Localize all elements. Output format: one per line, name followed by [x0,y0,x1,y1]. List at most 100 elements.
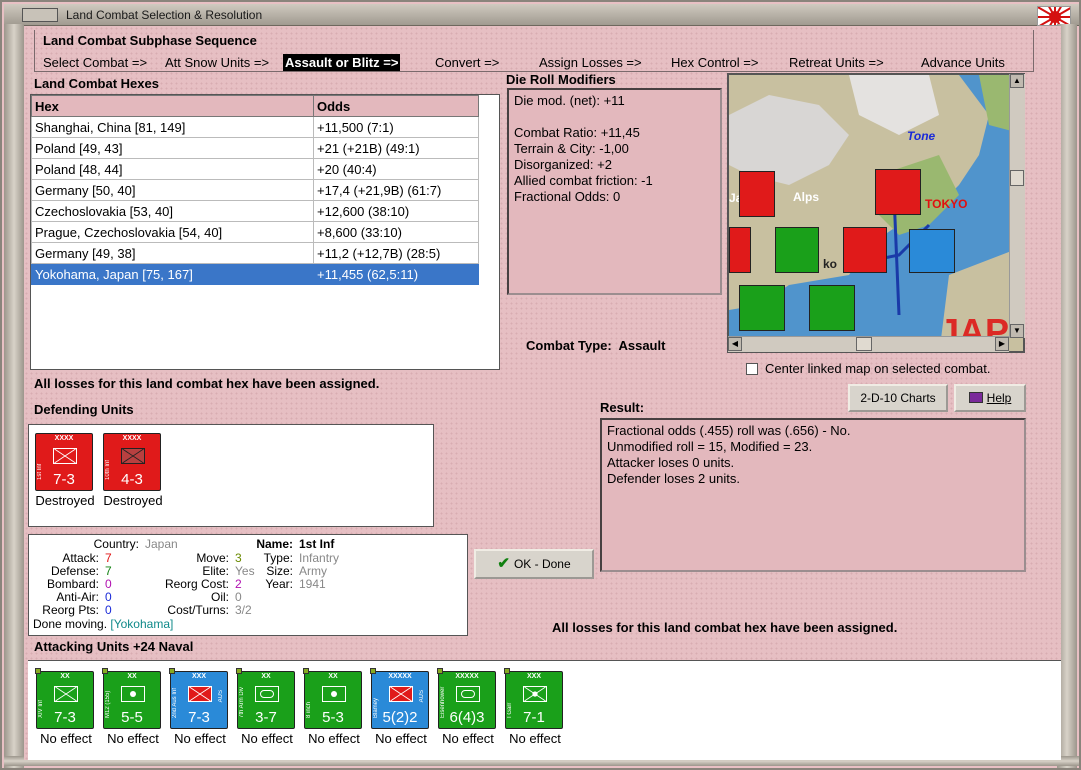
attacking-units: XX XIV Inf 7-3 No effect XX M12 (155) 5-… [28,660,1061,760]
odds-cell: +11,455 (62,5:11) [313,263,479,285]
table-row-selected[interactable]: Yokohama, Japan [75, 167] +11,455 (62,5:1… [31,263,479,285]
scroll-left-icon[interactable]: ◀ [728,337,742,351]
disorganized: Disorganized: +2 [514,157,612,172]
unit-strength: 7-3 [54,709,76,726]
armor-icon [255,686,279,702]
help-label: Help [986,391,1012,405]
unit-status: Destroyed [103,493,163,508]
unit-counter: XXXXX Eisenhower 6(4)3 [437,668,496,729]
map-counter[interactable] [729,227,751,273]
checkmark-icon: ✔ [497,555,510,572]
horizontal-scroll-thumb[interactable] [856,337,872,351]
system-menu-button[interactable] [22,8,58,22]
map-counter[interactable] [775,227,819,273]
unit-strength: 6(4)3 [449,709,485,726]
map-counter[interactable] [875,169,921,215]
linked-map[interactable]: Tone Alps TOKYO JAP Ja Jo ko [727,73,1025,353]
column-hex[interactable]: Hex [31,95,314,117]
unit-strength: 4-3 [121,471,143,488]
attacking-unit[interactable]: XXX I Garr 7-1 No effect [504,668,565,746]
scroll-right-icon[interactable]: ▶ [995,337,1009,351]
map-counter[interactable] [739,285,785,331]
unit-counter: XXX I Garr 7-1 [504,668,563,729]
step-advance-units: Advance Units [921,55,1005,70]
attacking-unit[interactable]: XXX 2nd Aus Inf AUS 7-3 No effect [169,668,230,746]
unit-status: Destroyed [35,493,95,508]
unit-status: No effect [40,731,92,746]
location-value: [Yokohama] [110,617,174,631]
hexes-title: Land Combat Hexes [34,76,159,91]
table-row[interactable]: Czechoslovakia [53, 40] +12,600 (38:10) [31,200,479,222]
done-moving-label: Done moving. [33,617,108,631]
name-label: Name: [256,537,293,551]
map-counter[interactable] [739,171,775,217]
map-counter[interactable] [843,227,887,273]
defending-unit[interactable]: XXXX 10th Inf 4-3 Destroyed [103,433,163,508]
defending-unit[interactable]: XXXX 1st Inf 7-3 Destroyed [35,433,95,508]
table-row[interactable]: Prague, Czechoslovakia [54, 40] +8,600 (3… [31,221,479,243]
subphase-steps: Select Combat => Att Snow Units => Assau… [41,54,1037,72]
unit-size: XXXX [122,435,142,442]
map-horizontal-scrollbar[interactable]: ◀ ▶ [728,336,1009,352]
charts-button[interactable]: 2-D-10 Charts [848,384,948,412]
attacking-unit[interactable]: XX XIV Inf 7-3 No effect [35,668,96,746]
table-row[interactable]: Poland [49, 43] +21 (+21B) (49:1) [31,137,479,159]
help-button[interactable]: Help [954,384,1026,412]
table-row[interactable]: Shanghai, China [81, 149] +11,500 (7:1) [31,116,479,138]
attacking-unit[interactable]: XX 8 inch 5-3 No effect [303,668,364,746]
table-row[interactable]: Germany [49, 38] +11,2 (+12,7B) (28:5) [31,242,479,264]
center-map-checkbox[interactable] [746,363,758,375]
unit-info-panel: Country: Japan Attack: 7 Defense: 7 Bomb… [28,534,468,636]
unit-counter: XX 8 inch 5-3 [303,668,362,729]
infantry-icon [188,686,212,702]
attacking-unit[interactable]: XXXXX Blamey AUS 5(2)2 No effect [370,668,431,746]
scroll-down-icon[interactable]: ▼ [1010,324,1024,338]
map-vertical-scrollbar[interactable]: ▲ ▼ [1009,74,1025,338]
unit-status: No effect [442,731,494,746]
artillery-icon [121,686,145,702]
attacking-unit[interactable]: XX M12 (155) 5-5 No effect [102,668,163,746]
year-label: Year: [265,577,293,591]
step-retreat-units: Retreat Units => [789,55,884,70]
country-label: Country: [93,537,139,551]
unit-strength: 7-3 [188,709,210,726]
hex-cell: Prague, Czechoslovakia [54, 40] [31,221,314,243]
infantry-icon [121,448,145,464]
cost-turns-value: 3/2 [235,603,252,617]
unit-size: XXXXX [388,673,412,680]
unit-size: XX [60,673,70,680]
column-odds[interactable]: Odds [313,95,479,117]
allied-friction: Allied combat friction: -1 [514,173,653,188]
scroll-up-icon[interactable]: ▲ [1010,74,1024,88]
map-counter[interactable] [909,229,955,273]
reorg-pts-value: 0 [105,603,112,617]
unit-status: No effect [241,731,293,746]
hex-cell: Poland [48, 44] [31,158,314,180]
table-row[interactable]: Germany [50, 40] +17,4 (+21,9B) (61:7) [31,179,479,201]
table-row[interactable]: Poland [48, 44] +20 (40:4) [31,158,479,180]
losses-assigned-msg-bottom: All losses for this land combat hex have… [552,620,898,635]
attacking-unit[interactable]: XXXXX Eisenhower 6(4)3 No effect [437,668,498,746]
ok-done-button[interactable]: ✔ OK - Done [474,549,594,579]
unit-size: XXX [191,673,206,680]
ok-done-label: OK - Done [513,557,571,571]
result-line: Defender loses 2 units. [607,471,740,486]
vertical-scroll-thumb[interactable] [1010,170,1024,186]
hexes-scrollbar[interactable] [479,95,499,369]
window-title: Land Combat Selection & Resolution [66,8,263,22]
infantry-icon [54,686,78,702]
window-frame-left [4,24,24,768]
odds-cell: +8,600 (33:10) [313,221,479,243]
unit-size: XXX [526,673,541,680]
map-counter[interactable] [809,285,855,331]
unit-status: No effect [308,731,360,746]
hexes-list: Hex Odds Shanghai, China [81, 149] +11,50… [30,94,500,370]
result-title: Result: [600,400,645,415]
attacking-unit[interactable]: XX 7th Arm Div 3-7 No effect [236,668,297,746]
unit-counter: XX 7th Arm Div 3-7 [236,668,295,729]
combat-type-label: Combat Type: [526,338,612,353]
defending-title: Defending Units [34,402,134,417]
hex-cell: Czechoslovakia [53, 40] [31,200,314,222]
main-content: Land Combat Subphase Sequence Select Com… [24,26,1061,760]
unit-strength: 3-7 [255,709,277,726]
